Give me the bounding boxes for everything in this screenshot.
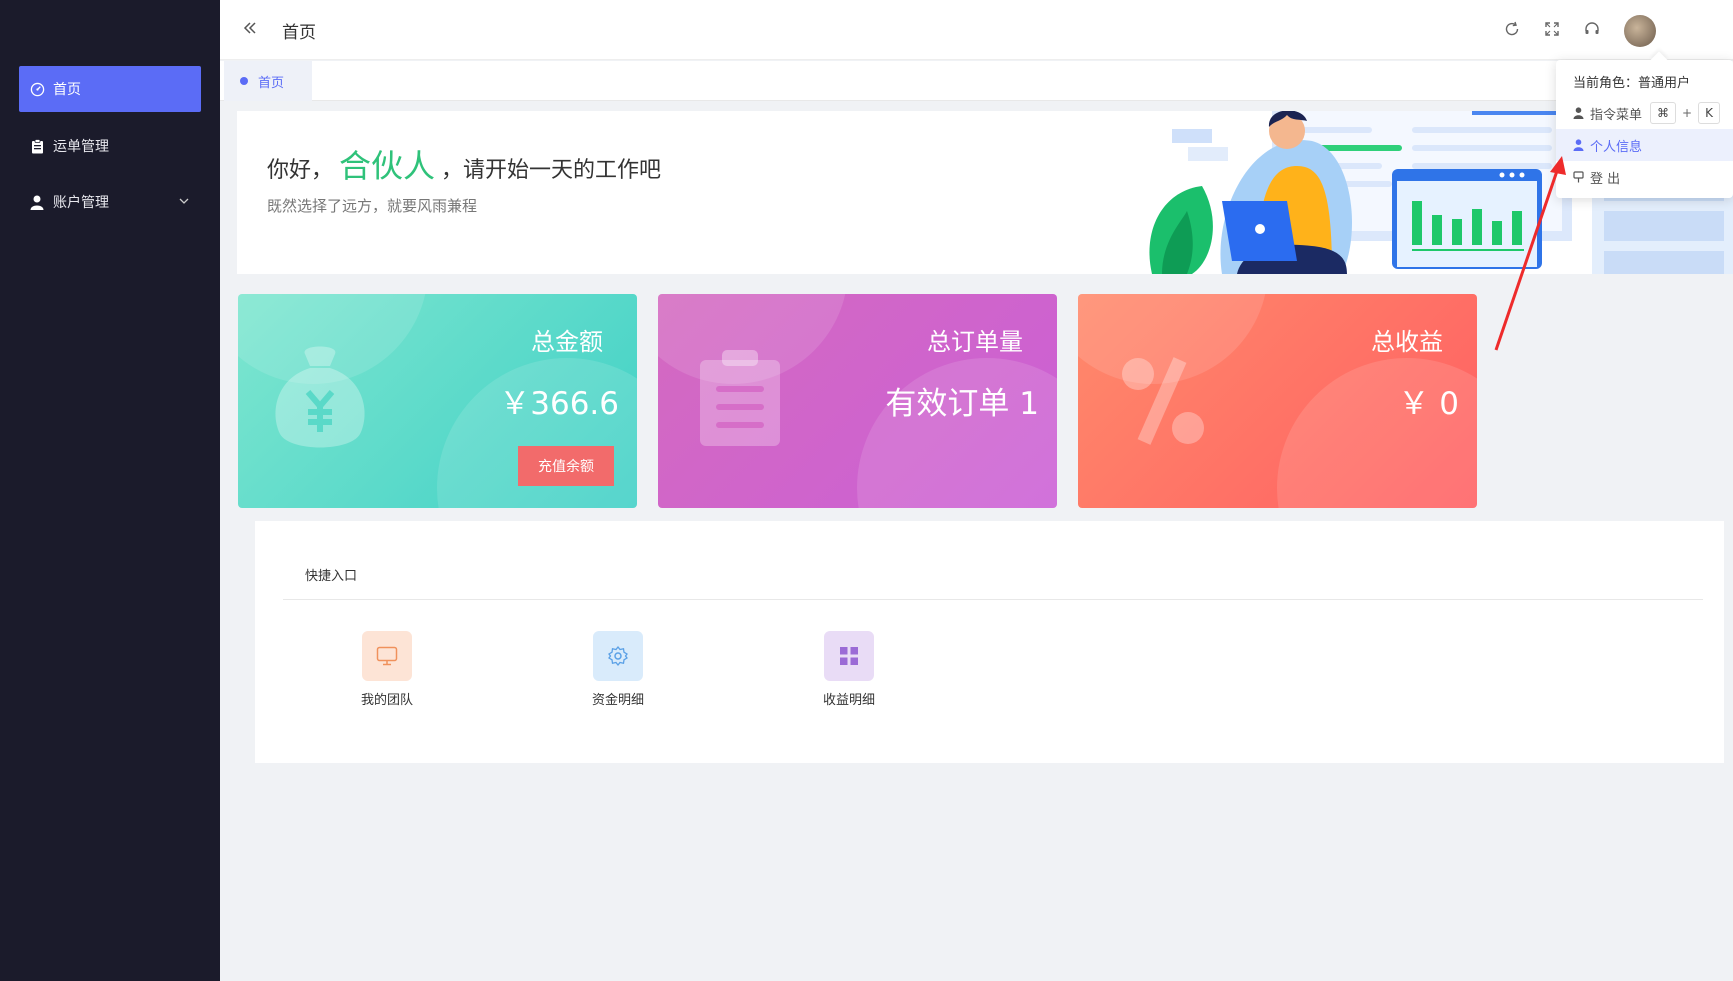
grid-icon	[824, 631, 874, 681]
greeting-name: 合伙人	[339, 147, 436, 185]
avatar[interactable]	[1624, 15, 1656, 47]
quick-entry-fund-details[interactable]: 资金明细	[573, 631, 663, 708]
current-role: 当前角色：普通用户	[1573, 72, 1690, 91]
percent-icon	[1120, 356, 1206, 450]
dropdown-item-label: 指令菜单	[1590, 107, 1643, 123]
card-value: ￥366.6	[499, 386, 619, 422]
divider	[283, 599, 1703, 600]
top-bar: 首页	[220, 0, 1733, 60]
role-value: 普通用户	[1638, 76, 1691, 91]
dropdown-item-command-menu[interactable]: 指令菜单 ⌘ + K	[1556, 97, 1733, 129]
shortcut-key: K	[1698, 102, 1720, 124]
quick-entry-label: 资金明细	[591, 693, 644, 708]
dropdown-item-profile[interactable]: 个人信息	[1556, 129, 1733, 161]
card-title: 总订单量	[927, 328, 1023, 356]
card-value: 有效订单 1	[885, 386, 1039, 422]
stat-card-total-amount: 总金额 ￥366.6 充值余额	[238, 294, 637, 508]
user-icon	[29, 194, 45, 210]
quick-entry-income-details[interactable]: 收益明细	[804, 631, 894, 708]
quick-entry-panel: 快捷入口 我的团队 资金明细 收益明细	[255, 521, 1724, 763]
greeting-subtitle: 既然选择了远方，就要风雨兼程	[267, 197, 478, 215]
recharge-button[interactable]: 充值余额	[518, 446, 614, 486]
stat-card-total-orders: 总订单量 有效订单 1	[658, 294, 1057, 508]
quick-entry-my-team[interactable]: 我的团队	[342, 631, 432, 708]
sidebar-item-label: 账户管理	[53, 195, 109, 211]
monitor-icon	[362, 631, 412, 681]
sidebar-item-account[interactable]: 账户管理	[19, 179, 201, 225]
dashboard-icon	[29, 81, 45, 97]
sidebar-item-label: 首页	[53, 82, 81, 98]
refresh-icon[interactable]	[1503, 20, 1521, 38]
role-label: 当前角色：	[1573, 76, 1639, 91]
quick-entry-label: 我的团队	[360, 693, 413, 708]
shortcut-key: ⌘	[1650, 102, 1677, 124]
chevron-down-icon	[179, 194, 189, 210]
stat-card-total-income: 总收益 ￥ 0	[1078, 294, 1477, 508]
clipboard-icon	[698, 350, 782, 452]
active-dot	[240, 77, 248, 85]
card-title: 总金额	[531, 328, 603, 356]
welcome-banner: 你好， 合伙人 ，请开始一天的工作吧 既然选择了远方，就要风雨兼程	[237, 111, 1733, 274]
dropdown-item-label: 个人信息	[1590, 139, 1643, 155]
money-bag-icon	[270, 344, 370, 458]
user-dropdown-menu: 当前角色：普通用户 指令菜单 ⌘ + K 个人信息 登 出	[1556, 60, 1733, 198]
headset-icon[interactable]	[1583, 20, 1601, 38]
shortcut-plus: +	[1682, 106, 1693, 120]
logout-icon	[1573, 171, 1584, 183]
greeting: 你好， 合伙人 ，请开始一天的工作吧	[267, 141, 661, 187]
tabs-bar: 首页	[220, 61, 1733, 101]
sidebar-item-label: 运单管理	[53, 139, 109, 155]
greeting-prefix: 你好，	[267, 158, 334, 183]
tab-label: 首页	[258, 75, 285, 91]
card-value: ￥ 0	[1398, 386, 1459, 422]
dropdown-item-logout[interactable]: 登 出	[1556, 161, 1733, 193]
sidebar-item-home[interactable]: 首页	[19, 66, 201, 112]
dropdown-item-label: 登 出	[1590, 171, 1621, 187]
quick-entry-label: 收益明细	[822, 693, 875, 708]
greeting-suffix: ，请开始一天的工作吧	[441, 158, 662, 183]
clipboard-icon	[29, 138, 45, 154]
sidebar-item-waybill[interactable]: 运单管理	[19, 123, 201, 169]
user-icon	[1573, 107, 1584, 119]
tab-home[interactable]: 首页	[224, 61, 312, 101]
sidebar: 首页 运单管理 账户管理	[0, 0, 220, 981]
collapse-sidebar-icon[interactable]	[242, 20, 258, 40]
page-title: 首页	[282, 23, 316, 43]
gear-icon	[593, 631, 643, 681]
quick-entry-title: 快捷入口	[305, 569, 358, 584]
card-title: 总收益	[1371, 328, 1443, 356]
fullscreen-icon[interactable]	[1543, 20, 1561, 38]
user-icon	[1573, 139, 1584, 151]
